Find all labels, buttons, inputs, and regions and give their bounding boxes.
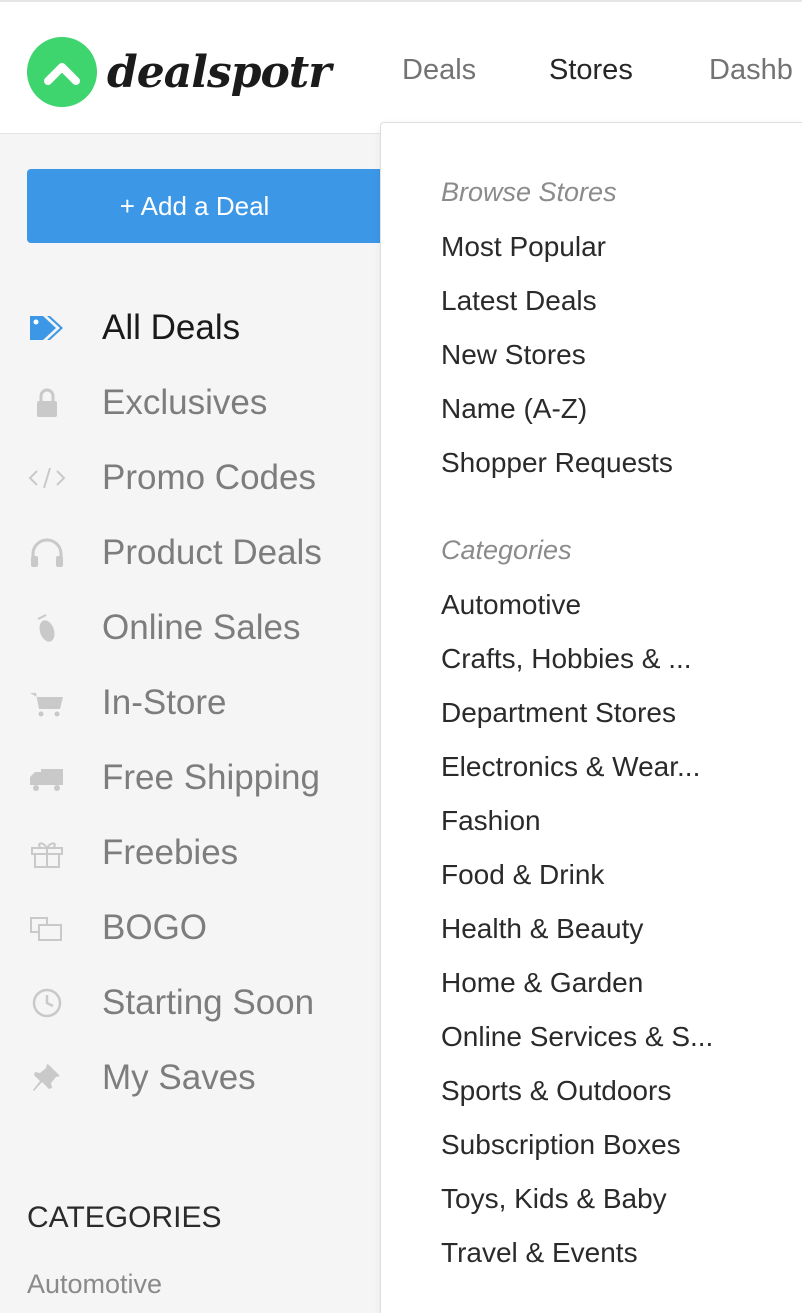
sidebar-item-label: Starting Soon — [102, 983, 315, 1022]
dropdown-link-new-stores[interactable]: New Stores — [441, 339, 586, 371]
sidebar-item-product-deals[interactable]: Product Deals — [0, 523, 380, 583]
dropdown-category-link[interactable]: Home & Garden — [441, 967, 643, 999]
sidebar-item-label: Free Shipping — [102, 758, 320, 797]
nav-dashboard[interactable]: Dashb — [709, 50, 793, 90]
sidebar-item-freebies[interactable]: Freebies — [0, 823, 380, 883]
dropdown-category-link[interactable]: Subscription Boxes — [441, 1129, 681, 1161]
tag-icon — [27, 312, 67, 344]
top-header: dealspotr Deals Stores Dashb — [0, 0, 802, 134]
dropdown-category-link[interactable]: Online Services & S... — [441, 1021, 713, 1053]
sidebar-item-label: Online Sales — [102, 608, 301, 647]
dropdown-link-latest-deals[interactable]: Latest Deals — [441, 285, 597, 317]
dropdown-link-shopper-requests[interactable]: Shopper Requests — [441, 447, 673, 479]
sidebar-item-label: In-Store — [102, 683, 227, 722]
dropdown-link-most-popular[interactable]: Most Popular — [441, 231, 606, 263]
dropdown-category-link[interactable]: Health & Beauty — [441, 913, 643, 945]
mouse-icon — [27, 612, 67, 644]
sidebar-item-free-shipping[interactable]: Free Shipping — [0, 748, 380, 808]
clock-icon — [27, 987, 67, 1019]
browse-stores-heading: Browse Stores — [441, 177, 617, 207]
dropdown-category-link[interactable]: Fashion — [441, 805, 541, 837]
dropdown-category-link[interactable]: Sports & Outdoors — [441, 1075, 671, 1107]
stores-dropdown-menu: Browse Stores Most Popular Latest Deals … — [380, 122, 802, 1313]
code-icon — [27, 462, 67, 494]
sidebar-item-label: Promo Codes — [102, 458, 316, 497]
nav-deals[interactable]: Deals — [402, 50, 476, 90]
add-deal-button[interactable]: + Add a Deal — [27, 169, 387, 243]
sidebar-item-starting-soon[interactable]: Starting Soon — [0, 973, 380, 1033]
logo[interactable]: dealspotr — [27, 37, 331, 107]
sidebar-item-promo-codes[interactable]: Promo Codes — [0, 448, 380, 508]
sidebar-item-label: Freebies — [102, 833, 239, 872]
sidebar-item-label: Exclusives — [102, 383, 268, 422]
truck-icon — [27, 762, 67, 794]
cart-icon — [27, 687, 67, 719]
headphones-icon — [27, 537, 67, 569]
sidebar-item-label: My Saves — [102, 1058, 256, 1097]
sidebar-item-label: All Deals — [102, 308, 241, 347]
sidebar-category-automotive[interactable]: Automotive — [27, 1269, 162, 1300]
dropdown-category-link[interactable]: Department Stores — [441, 697, 676, 729]
dropdown-link-name-a-z[interactable]: Name (A-Z) — [441, 393, 587, 425]
sidebar: + Add a Deal All Deals Exclusives Promo … — [0, 134, 387, 1313]
gift-icon — [27, 837, 67, 869]
sidebar-item-bogo[interactable]: BOGO — [0, 898, 380, 958]
copy-icon — [27, 912, 67, 944]
dropdown-category-link[interactable]: Toys, Kids & Baby — [441, 1183, 667, 1215]
dropdown-category-link[interactable]: Travel & Events — [441, 1237, 638, 1269]
sidebar-item-all-deals[interactable]: All Deals — [0, 298, 380, 358]
dropdown-category-link[interactable]: Crafts, Hobbies & ... — [441, 643, 692, 675]
sidebar-item-label: BOGO — [102, 908, 208, 947]
categories-heading: CATEGORIES — [27, 1201, 222, 1234]
sidebar-item-my-saves[interactable]: My Saves — [0, 1048, 380, 1108]
dropdown-category-link[interactable]: Electronics & Wear... — [441, 751, 700, 783]
categories-dropdown-heading: Categories — [441, 535, 572, 565]
sidebar-item-label: Product Deals — [102, 533, 322, 572]
logo-text: dealspotr — [107, 46, 331, 98]
sidebar-item-exclusives[interactable]: Exclusives — [0, 373, 380, 433]
dropdown-category-link[interactable]: Food & Drink — [441, 859, 604, 891]
sidebar-item-in-store[interactable]: In-Store — [0, 673, 380, 733]
nav-stores[interactable]: Stores — [549, 50, 633, 90]
logo-chevron-icon — [27, 37, 97, 107]
sidebar-item-online-sales[interactable]: Online Sales — [0, 598, 380, 658]
pin-icon — [27, 1062, 67, 1094]
dropdown-category-link[interactable]: Automotive — [441, 589, 581, 621]
lock-icon — [27, 387, 67, 419]
